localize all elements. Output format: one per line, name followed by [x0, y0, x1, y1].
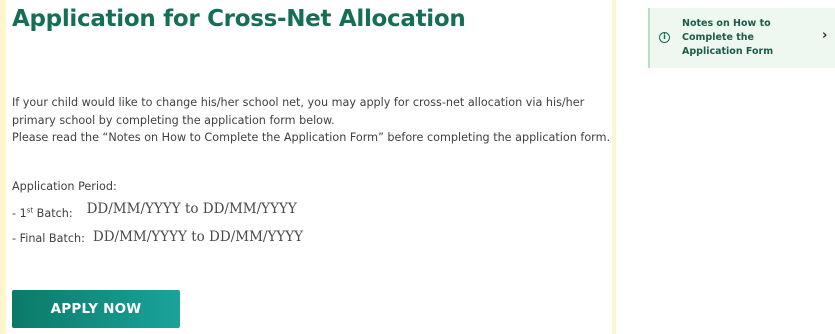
- apply-now-button[interactable]: APPLY NOW: [12, 290, 180, 328]
- intro-paragraph-2: Please read the “Notes on How to Complet…: [12, 131, 611, 144]
- final-batch-dates: DD/MM/YYYY to DD/MM/YYYY: [92, 229, 304, 245]
- final-batch-label: - Final Batch:: [12, 232, 85, 245]
- first-batch-row: - 1st Batch: DD/MM/YYYY to DD/MM/YYYY: [12, 201, 297, 221]
- main-panel: Application for Cross-Net Allocation If …: [6, 0, 612, 334]
- first-batch-dates: DD/MM/YYYY to DD/MM/YYYY: [86, 201, 297, 217]
- notes-link-card[interactable]: i Notes on How to Complete the Applicati…: [648, 8, 835, 68]
- final-batch-row: - Final Batch: DD/MM/YYYY to DD/MM/YYYY: [12, 229, 304, 246]
- info-icon: i: [659, 32, 670, 43]
- page-title: Application for Cross-Net Allocation: [12, 6, 466, 32]
- first-batch-label: - 1st Batch:: [12, 206, 73, 220]
- intro-paragraph-1: If your child would like to change his/h…: [12, 96, 585, 127]
- sidebar-panel: i Notes on How to Complete the Applicati…: [616, 0, 835, 334]
- intro-text: If your child would like to change his/h…: [12, 94, 612, 147]
- notes-link-label: Notes on How to Complete the Application…: [682, 18, 774, 57]
- application-period-label: Application Period:: [12, 180, 117, 193]
- chevron-right-icon: ›: [822, 28, 828, 43]
